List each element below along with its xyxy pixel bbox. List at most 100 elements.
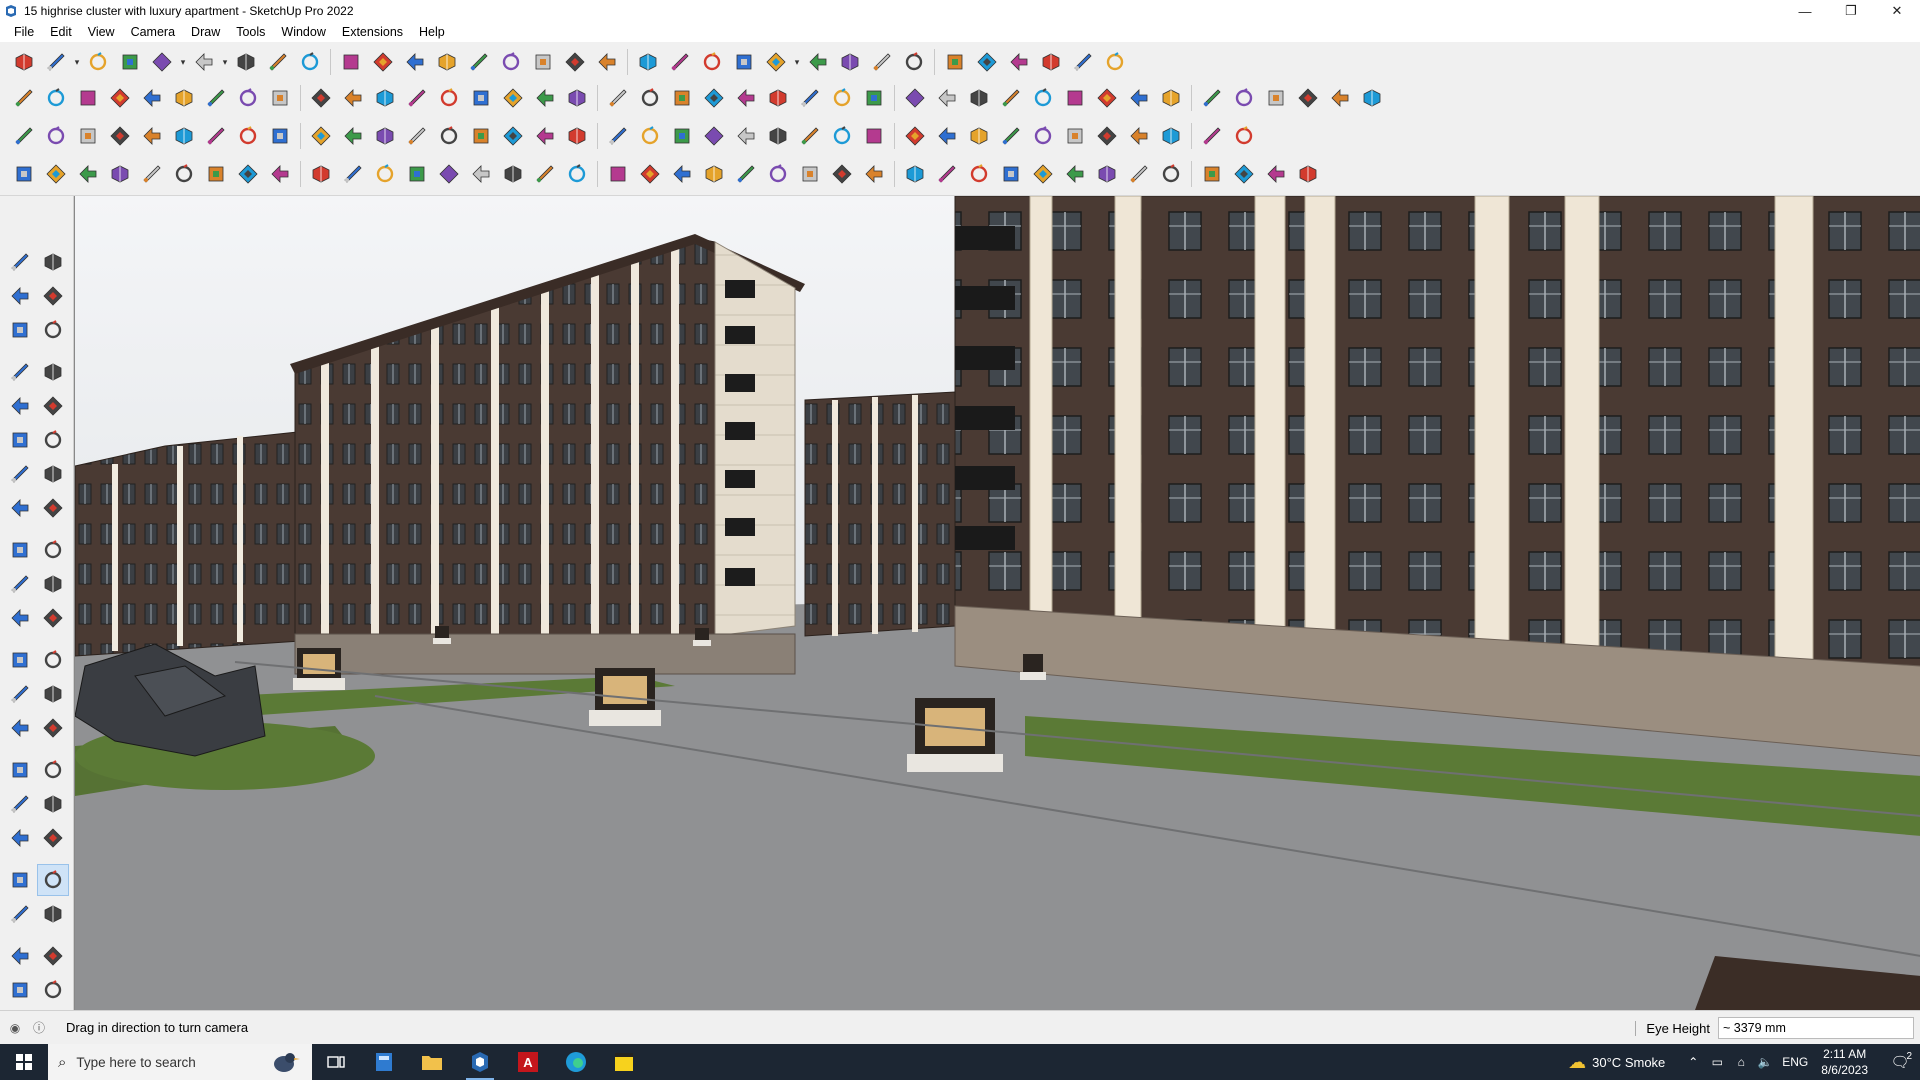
row3-tool-16-icon[interactable]	[497, 120, 529, 152]
row3-tool-2-icon[interactable]	[40, 120, 72, 152]
row4-tool-9-icon[interactable]	[264, 158, 296, 190]
row2-tool-6-icon[interactable]	[168, 82, 200, 114]
row4-tool-13-icon[interactable]	[401, 158, 433, 190]
row3-tool-3-icon[interactable]	[72, 120, 104, 152]
row4-tool-33-icon[interactable]	[1059, 158, 1091, 190]
row4-tool-12-icon[interactable]	[369, 158, 401, 190]
row2-tool-37-icon[interactable]	[1196, 82, 1228, 114]
row3-tool-4-icon[interactable]	[104, 120, 136, 152]
pan-icon[interactable]	[37, 754, 69, 786]
row4-tool-1-icon[interactable]	[8, 158, 40, 190]
row4-tool-14-icon[interactable]	[433, 158, 465, 190]
extension-icon[interactable]	[1099, 46, 1131, 78]
rotated-rect-tool-icon[interactable]	[37, 390, 69, 422]
row4-tool-15-icon[interactable]	[465, 158, 497, 190]
row3-tool-25-icon[interactable]	[794, 120, 826, 152]
zoom-extents-icon[interactable]	[4, 822, 36, 854]
row2-tool-34-icon[interactable]	[1091, 82, 1123, 114]
row3-tool-7-icon[interactable]	[200, 120, 232, 152]
row3-tool-21-icon[interactable]	[666, 120, 698, 152]
row4-tool-26-icon[interactable]	[826, 158, 858, 190]
pie-tool-icon[interactable]	[37, 458, 69, 490]
measurements-field[interactable]: ~ 3379 mm	[1718, 1017, 1914, 1039]
flip-icon[interactable]	[939, 46, 971, 78]
menu-edit[interactable]: Edit	[42, 22, 80, 42]
row2-tool-32-icon[interactable]	[1027, 82, 1059, 114]
row3-tool-36-icon[interactable]	[1155, 120, 1187, 152]
row3-tool-33-icon[interactable]	[1059, 120, 1091, 152]
row4-tool-3-icon[interactable]	[72, 158, 104, 190]
front-view-icon[interactable]	[696, 46, 728, 78]
row2-tool-8-icon[interactable]	[232, 82, 264, 114]
row4-tool-11-icon[interactable]	[337, 158, 369, 190]
row3-tool-30-icon[interactable]	[963, 120, 995, 152]
restore-button[interactable]: ❐	[1828, 0, 1874, 22]
row2-tool-17-icon[interactable]	[529, 82, 561, 114]
row2-tool-38-icon[interactable]	[1228, 82, 1260, 114]
row2-tool-10-icon[interactable]	[305, 82, 337, 114]
menu-extensions[interactable]: Extensions	[334, 22, 411, 42]
eraser-icon[interactable]	[82, 46, 114, 78]
row3-tool-10-icon[interactable]	[305, 120, 337, 152]
language-indicator[interactable]: ENG	[1777, 1055, 1813, 1069]
right-view-icon[interactable]	[728, 46, 760, 78]
row4-tool-4-icon[interactable]	[104, 158, 136, 190]
row3-tool-14-icon[interactable]	[433, 120, 465, 152]
orbit-tool-icon[interactable]	[37, 246, 69, 278]
position-camera-icon[interactable]	[4, 898, 36, 930]
look-around-tool-icon[interactable]	[37, 864, 69, 896]
row2-tool-2-icon[interactable]	[40, 82, 72, 114]
extension-warehouse-icon[interactable]	[37, 940, 69, 972]
row4-tool-18-icon[interactable]	[561, 158, 593, 190]
protractor-tool-icon[interactable]	[4, 678, 36, 710]
row3-tool-13-icon[interactable]	[401, 120, 433, 152]
row3-tool-37-icon[interactable]	[1196, 120, 1228, 152]
network-icon[interactable]: ⌂	[1729, 1055, 1753, 1069]
row2-tool-9-icon[interactable]	[264, 82, 296, 114]
iso-view-icon[interactable]	[632, 46, 664, 78]
row2-tool-18-icon[interactable]	[561, 82, 593, 114]
row2-tool-42-icon[interactable]	[1356, 82, 1388, 114]
row4-tool-6-icon[interactable]	[168, 158, 200, 190]
row3-tool-35-icon[interactable]	[1123, 120, 1155, 152]
row2-tool-36-icon[interactable]	[1155, 82, 1187, 114]
dropdown-arrow-icon[interactable]: ▾	[792, 46, 802, 78]
rotate-tool-icon[interactable]	[4, 568, 36, 600]
row4-tool-31-icon[interactable]	[995, 158, 1027, 190]
notification-center-button[interactable]: 🗨 2	[1880, 1051, 1920, 1071]
push-pull-icon[interactable]	[230, 46, 262, 78]
row4-tool-27-icon[interactable]	[858, 158, 890, 190]
row3-tool-22-icon[interactable]	[698, 120, 730, 152]
zoom-window-icon[interactable]	[559, 46, 591, 78]
row4-tool-24-icon[interactable]	[762, 158, 794, 190]
row2-tool-14-icon[interactable]	[433, 82, 465, 114]
row3-tool-28-icon[interactable]	[899, 120, 931, 152]
pencil-icon[interactable]	[114, 46, 146, 78]
row4-tool-36-icon[interactable]	[1155, 158, 1187, 190]
row4-tool-23-icon[interactable]	[730, 158, 762, 190]
row3-tool-20-icon[interactable]	[634, 120, 666, 152]
row2-tool-41-icon[interactable]	[1324, 82, 1356, 114]
two-point-arc-icon[interactable]	[4, 492, 36, 524]
row4-tool-7-icon[interactable]	[200, 158, 232, 190]
menu-file[interactable]: File	[6, 22, 42, 42]
text-tool-icon[interactable]	[37, 678, 69, 710]
taskbar-file-explorer[interactable]	[408, 1044, 456, 1080]
row4-tool-39-icon[interactable]	[1260, 158, 1292, 190]
row3-tool-11-icon[interactable]	[337, 120, 369, 152]
follow-me-icon[interactable]	[262, 46, 294, 78]
row4-tool-32-icon[interactable]	[1027, 158, 1059, 190]
scale-tool-icon[interactable]	[4, 602, 36, 634]
row3-tool-12-icon[interactable]	[369, 120, 401, 152]
axes-tool-icon[interactable]	[4, 712, 36, 744]
section-plane-icon[interactable]	[802, 46, 834, 78]
offset-tool-icon[interactable]	[37, 602, 69, 634]
redo-icon[interactable]	[1067, 46, 1099, 78]
row4-tool-17-icon[interactable]	[529, 158, 561, 190]
row2-tool-16-icon[interactable]	[497, 82, 529, 114]
chevron-up-icon[interactable]: ⌃	[1681, 1055, 1705, 1069]
task-view-button[interactable]	[312, 1044, 360, 1080]
display-icon[interactable]: ▭	[1705, 1055, 1729, 1069]
menu-window[interactable]: Window	[273, 22, 333, 42]
row2-tool-4-icon[interactable]	[104, 82, 136, 114]
